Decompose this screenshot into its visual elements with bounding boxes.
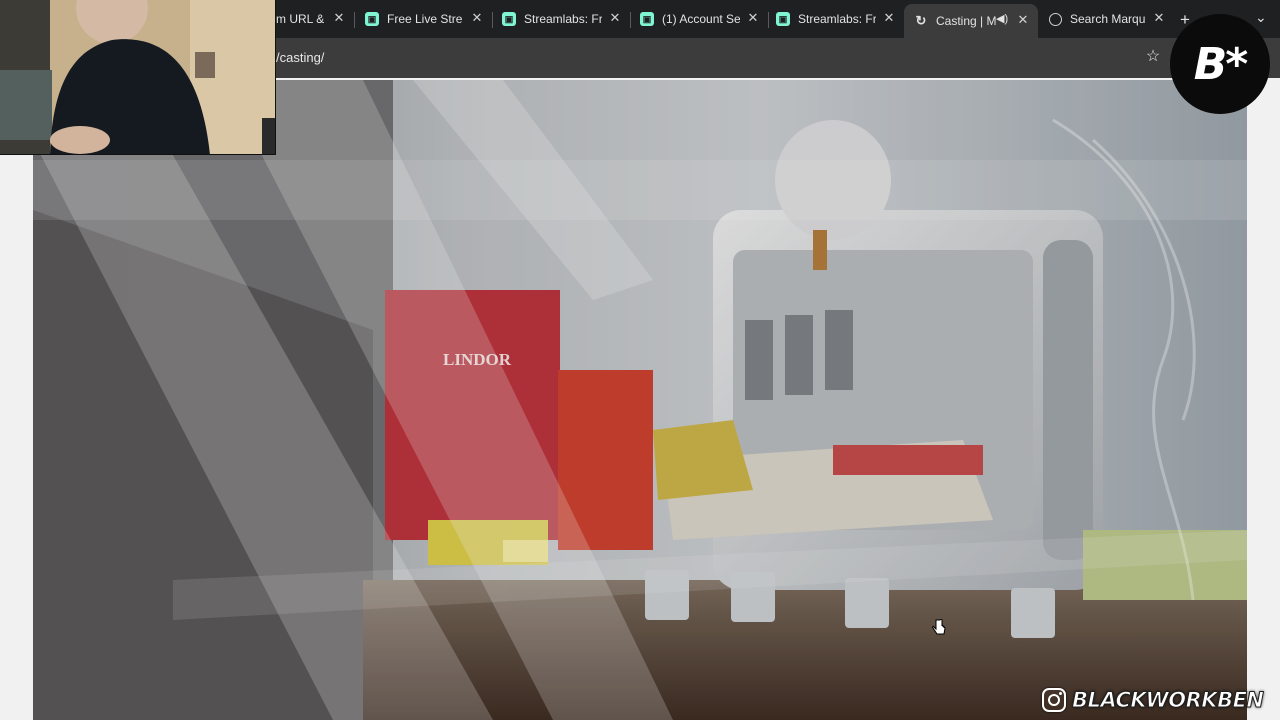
close-icon[interactable]: ✕: [332, 11, 346, 25]
close-icon[interactable]: ✕: [1152, 11, 1166, 25]
tab-label: Search Marqu: [1070, 12, 1146, 26]
loading-icon: ↻: [915, 13, 927, 28]
tab-divider: [492, 12, 493, 28]
tab-streamlabs-2[interactable]: ▣ Streamlabs: Fr ✕: [770, 5, 904, 33]
streamlabs-icon: ▣: [365, 12, 379, 26]
tab-label: Streamlabs: Fr: [524, 12, 602, 26]
close-icon[interactable]: ✕: [746, 11, 760, 25]
url-field[interactable]: /casting/: [276, 50, 324, 65]
close-icon[interactable]: ✕: [470, 11, 484, 25]
close-icon[interactable]: ✕: [882, 11, 896, 25]
tab-divider: [768, 12, 769, 28]
tab-label: (1) Account Se: [662, 12, 740, 26]
instagram-icon: [1042, 688, 1066, 712]
streamlabs-icon: ▣: [640, 12, 654, 26]
tab-label: Streamlabs: Fr: [798, 12, 876, 26]
page-content: LINDOR: [0, 78, 1280, 720]
close-icon[interactable]: ✕: [1016, 13, 1030, 27]
audio-playing-icon[interactable]: ◀): [996, 12, 1008, 25]
streamlabs-icon: ▣: [776, 12, 790, 26]
tab-divider: [354, 12, 355, 28]
instagram-watermark: BLACKWORKBEN: [1042, 686, 1265, 714]
hand-cursor-icon: [932, 619, 946, 635]
video-frame-image: LINDOR: [33, 80, 1247, 720]
tab-divider: [630, 12, 631, 28]
webcam-overlay: [0, 0, 276, 155]
globe-icon: [1049, 12, 1062, 26]
tab-label: m URL &: [276, 12, 324, 26]
tab-casting-active[interactable]: ↻ Casting | M ◀) ✕: [904, 4, 1038, 38]
bookmark-star-icon[interactable]: ☆: [1143, 47, 1163, 67]
tab-label: Casting | M: [936, 14, 997, 28]
cast-video[interactable]: LINDOR: [33, 80, 1247, 720]
tab-streamlabs-1[interactable]: ▣ Streamlabs: Fr ✕: [494, 5, 630, 33]
close-icon[interactable]: ✕: [608, 11, 622, 25]
streamlabs-icon: ▣: [502, 12, 516, 26]
logo-text: B*: [1193, 38, 1249, 90]
screen: m URL & ✕ ▣ Free Live Stre ✕ ▣ Streamlab…: [0, 0, 1280, 720]
tab-list-button[interactable]: ⌄: [1255, 9, 1267, 26]
tab-account-settings[interactable]: ▣ (1) Account Se ✕: [632, 5, 768, 33]
tab-search[interactable]: Search Marqu ✕: [1040, 5, 1174, 33]
webcam-feed-image: [0, 0, 275, 154]
tab-free-live-stream[interactable]: ▣ Free Live Stre ✕: [356, 5, 492, 33]
watermark-text: BLACKWORKBEN: [1072, 688, 1265, 713]
tab-url-tool[interactable]: m URL & ✕: [276, 5, 354, 33]
brand-logo: B*: [1170, 14, 1270, 114]
tab-label: Free Live Stre: [387, 12, 463, 26]
